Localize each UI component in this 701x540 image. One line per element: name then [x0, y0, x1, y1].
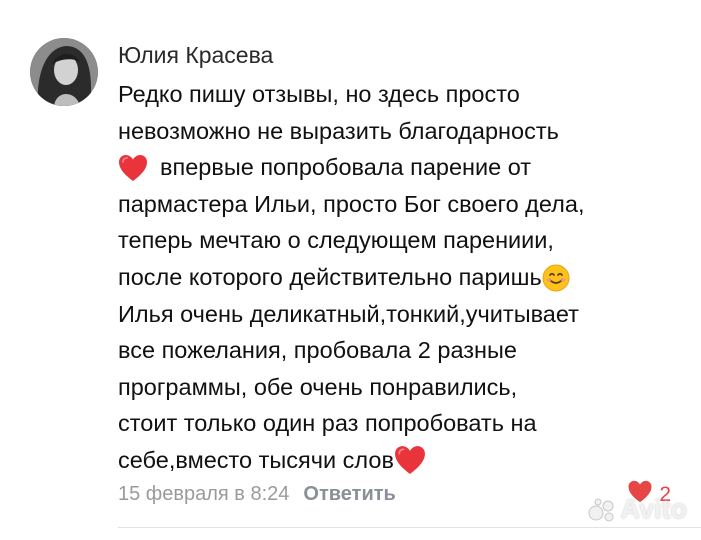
- heart-emoji: [118, 154, 148, 182]
- comment-meta: 15 февраля в 8:24 Ответить: [118, 481, 396, 507]
- comment-line: себе,вместо тысячи слов: [118, 446, 394, 473]
- reply-button[interactable]: Ответить: [303, 483, 395, 505]
- smiling-face-emoji: [542, 264, 570, 292]
- comment-line: Илья очень деликатный,тонкий,учитывает: [118, 300, 579, 327]
- divider: [118, 527, 701, 528]
- comment-line: все пожелания, пробовала 2 разные: [118, 337, 517, 364]
- watermark-text: Avito: [620, 494, 688, 524]
- comment-line-with-emoji: после которого действительно паришь: [118, 259, 688, 296]
- avito-watermark: Avito: [587, 494, 688, 525]
- comment-date[interactable]: 15 февраля в 8:24: [118, 483, 289, 505]
- avito-logo-icon: [588, 498, 613, 521]
- comment-line: стоит только один раз попробовать на: [118, 410, 537, 437]
- comment-line-with-emoji: себе,вместо тысячи слов: [118, 442, 688, 479]
- comment-line: теперь мечтаю о следующем парениии,: [118, 227, 554, 254]
- comment-card: Юлия Красева Редко пишу отзывы, но здесь…: [0, 0, 701, 540]
- comment-line: после которого действительно паришь: [118, 263, 542, 290]
- avatar[interactable]: [30, 38, 98, 106]
- comment-line: программы, обе очень понравились,: [118, 373, 518, 400]
- comment-line: впервые попробовала парение от: [160, 154, 532, 181]
- comment-line: Редко пишу отзывы, но здесь просто: [118, 81, 520, 107]
- comment-line: пармастера Ильи, просто Бог своего дела,: [118, 190, 585, 217]
- avatar-photo: [30, 38, 98, 106]
- comment-line-with-emoji: впервые попробовала парение от: [118, 149, 688, 186]
- author-name[interactable]: Юлия Красева: [118, 40, 273, 70]
- comment-text: Редко пишу отзывы, но здесь просто невоз…: [118, 76, 688, 479]
- comment-line: невозможно не выразить благодарность: [118, 117, 559, 144]
- heart-emoji: [394, 445, 426, 475]
